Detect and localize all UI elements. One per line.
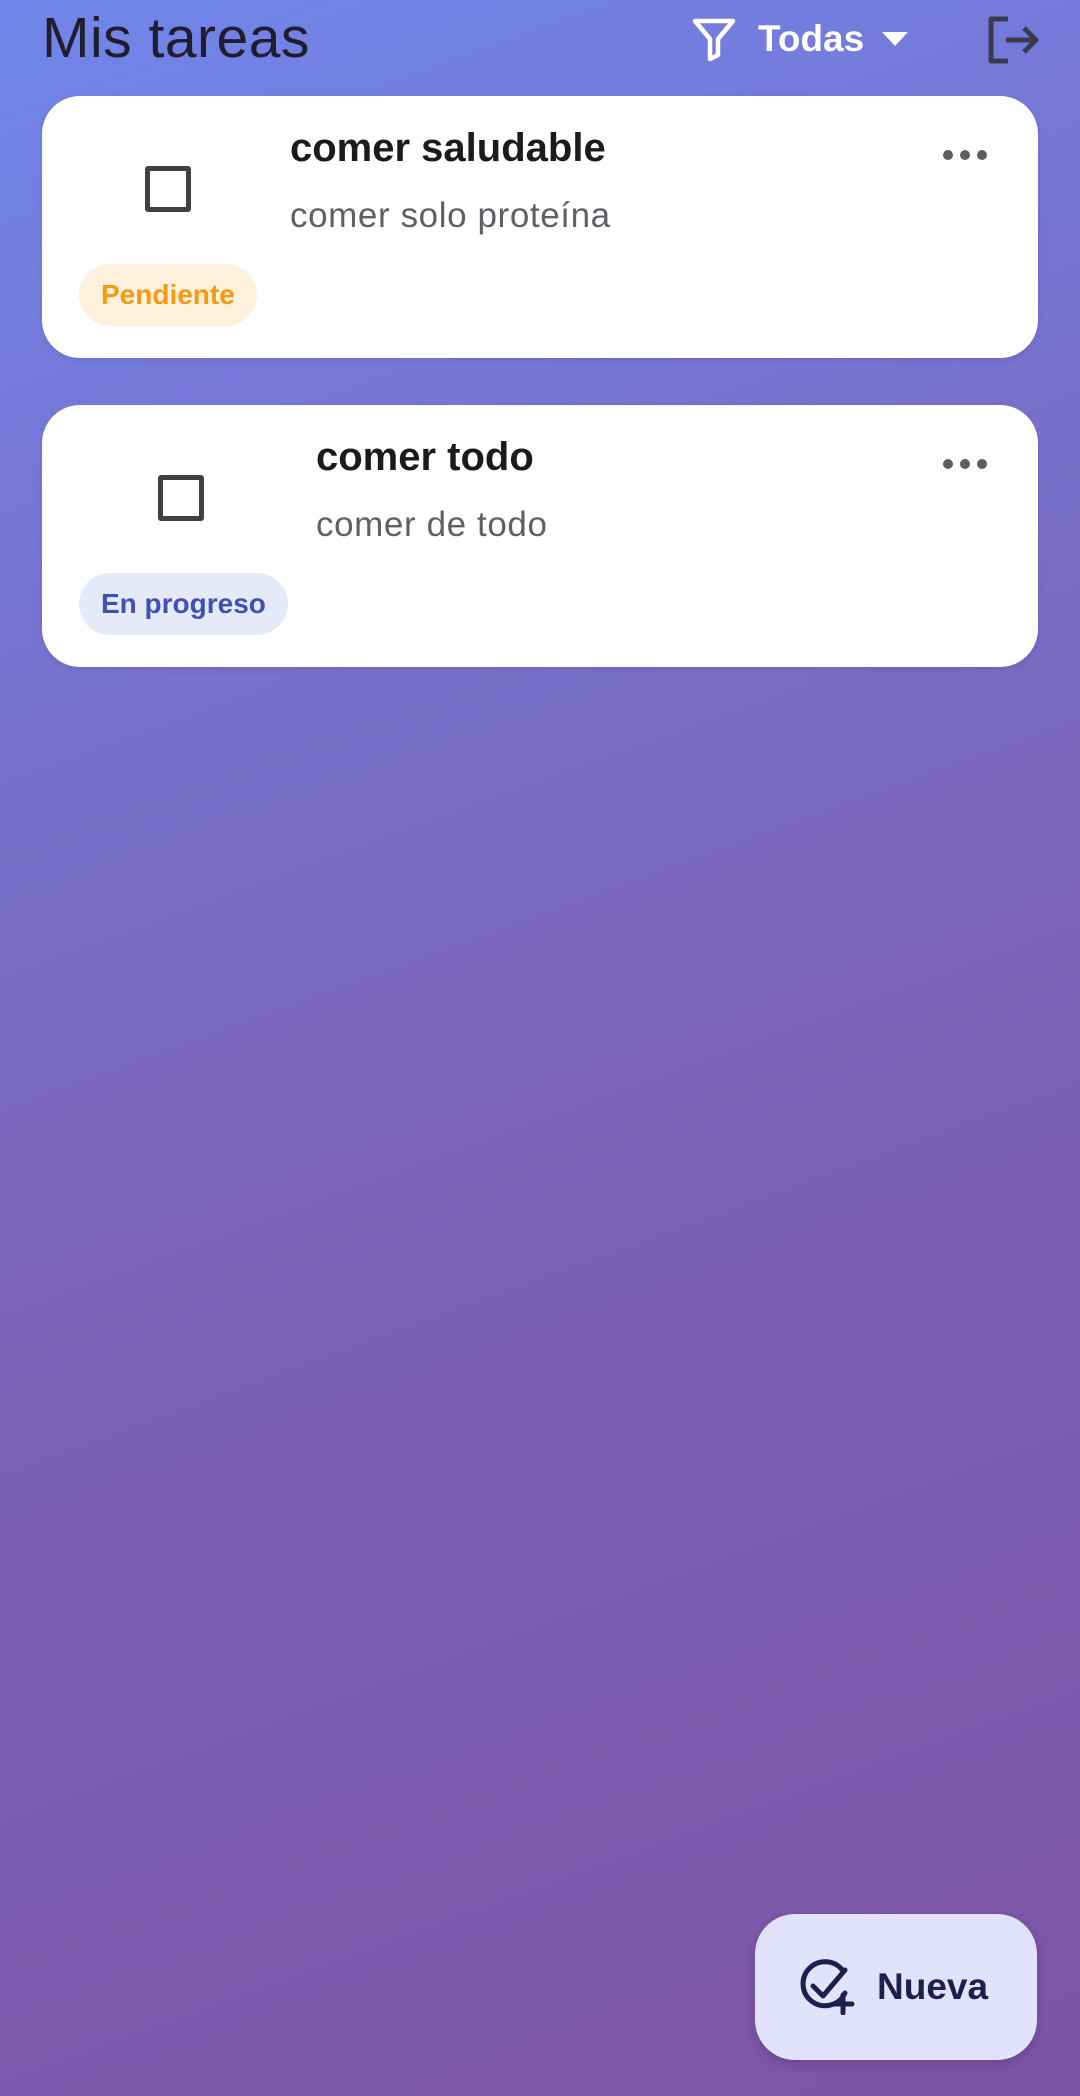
- task-description: comer de todo: [316, 505, 548, 544]
- task-checkbox[interactable]: [158, 475, 204, 521]
- task-checkbox[interactable]: [145, 166, 191, 212]
- new-task-button[interactable]: Nueva: [755, 1914, 1037, 2060]
- page-title: Mis tareas: [42, 6, 310, 70]
- new-task-label: Nueva: [877, 1966, 989, 2007]
- caret-down-icon: [882, 32, 909, 46]
- filter-label: Todas: [758, 18, 865, 59]
- status-badge: Pendiente: [79, 264, 257, 326]
- app-bar: Mis tareas Todas: [0, 0, 1080, 78]
- task-description: comer solo proteína: [290, 196, 611, 235]
- task-title: comer todo: [316, 435, 534, 479]
- task-card[interactable]: comer saludable comer solo proteína Pend…: [42, 96, 1038, 358]
- filter-icon: [692, 18, 736, 62]
- status-badge: En progreso: [79, 573, 288, 635]
- filter-dropdown[interactable]: Todas: [690, 12, 909, 66]
- task-card[interactable]: comer todo comer de todo En progreso: [42, 405, 1038, 667]
- more-options-icon[interactable]: [942, 142, 988, 168]
- add-task-icon: [800, 1959, 855, 2015]
- more-options-icon[interactable]: [942, 451, 988, 477]
- task-title: comer saludable: [290, 126, 606, 170]
- logout-icon[interactable]: [986, 14, 1042, 66]
